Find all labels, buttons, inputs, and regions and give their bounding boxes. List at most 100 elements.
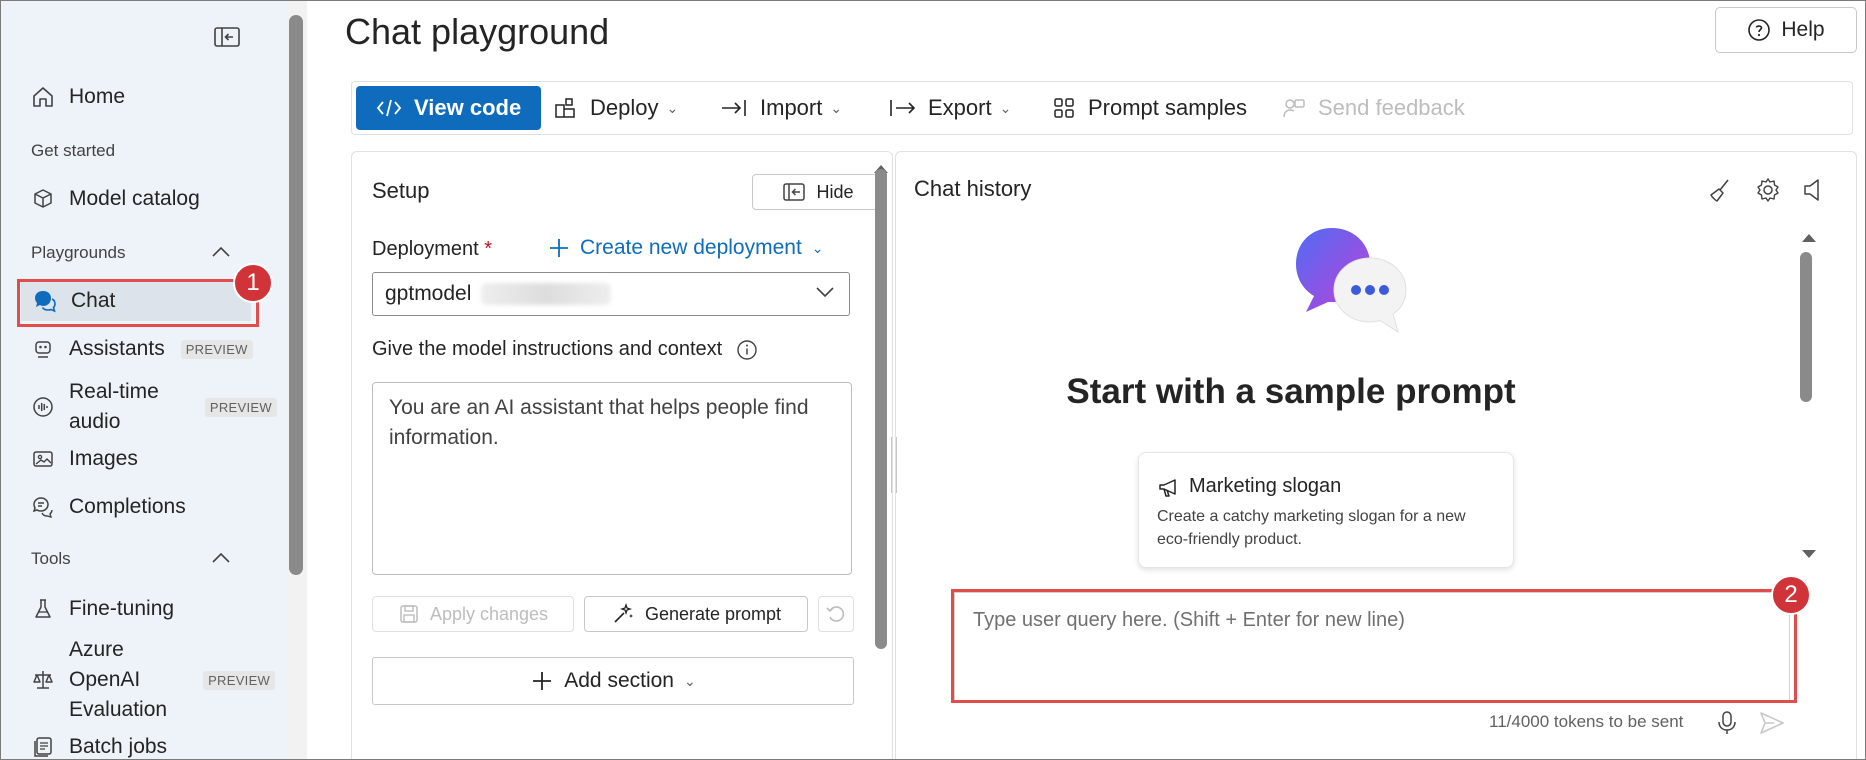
sample-prompt-card[interactable]: Marketing slogan Create a catchy marketi… [1138,452,1514,568]
prompt-samples-button[interactable]: Prompt samples [1052,86,1247,130]
deployment-label-text: Deployment [372,238,479,260]
apply-changes-button[interactable]: Apply changes [372,596,574,632]
sidebar-item-label-line2: OpenAI [69,668,141,691]
token-count: 11/4000 tokens to be sent [1489,712,1684,731]
speaker-icon[interactable] [1800,176,1828,204]
sidebar-item-batch-jobs[interactable]: Batch jobs [29,727,168,759]
chevron-down-icon: ⌄ [830,99,843,116]
generate-prompt-label: Generate prompt [644,603,782,624]
import-button[interactable]: Import ⌄ [720,86,842,130]
deployment-select[interactable]: gptmodel [372,272,850,316]
generate-prompt-button[interactable]: Generate prompt [584,596,808,632]
sidebar-item-label: Model catalog [69,187,200,210]
card-description: Create a catchy marketing slogan for a n… [1157,508,1466,548]
send-feedback-button[interactable]: Send feedback [1282,86,1465,130]
create-deployment-label: Create new deployment [580,236,802,259]
audio-wave-icon [29,393,57,421]
redacted-version [481,283,612,305]
sidebar-item-completions[interactable]: Completions [29,487,186,527]
home-icon [29,83,57,111]
deploy-icon [555,98,575,118]
sidebar-item-label: Completions [69,495,186,518]
create-new-deployment-link[interactable]: Create new deployment ⌄ [548,236,824,260]
chat-scroll-up-arrow[interactable] [1802,234,1816,242]
sidebar-scrollbar[interactable] [289,15,303,575]
export-label: Export [928,95,992,120]
chevron-down-icon: ⌄ [684,672,696,689]
sidebar-item-assistants[interactable]: Assistants PREVIEW [29,329,253,369]
sidebar-item-azure-openai-evaluation[interactable]: Azure OpenAI Evaluation PREVIEW [29,635,276,725]
setup-panel: Setup Hide Deployment * Create new deplo… [351,151,893,759]
info-icon[interactable] [736,339,758,361]
chat-scrollbar[interactable] [1800,252,1812,402]
preview-badge: PREVIEW [180,339,253,359]
page-title: Chat playground [345,11,610,52]
setup-scrollbar[interactable] [875,169,887,649]
required-mark: * [484,238,493,260]
plus-icon [533,672,552,690]
sidebar-item-realtime-audio[interactable]: Real-time audio PREVIEW [29,377,277,437]
hide-label: Hide [816,181,854,202]
add-section-button[interactable]: Add section ⌄ [372,657,854,705]
help-button[interactable]: Help [1715,7,1857,53]
save-icon [400,605,418,623]
chat-bubbles-illustration [1296,228,1407,334]
view-code-button[interactable]: View code [356,86,542,130]
chevron-down-icon [816,287,834,298]
instructions-label-text: Give the model instructions and context [372,338,723,360]
microphone-icon[interactable] [1716,710,1738,736]
import-label: Import [760,95,823,120]
deployment-label: Deployment * [372,238,492,261]
reset-button[interactable] [818,596,854,632]
bot-icon [29,335,57,363]
highlight-chat [17,279,259,327]
prompt-samples-label: Prompt samples [1088,95,1247,120]
feedback-icon [1283,99,1305,118]
deploy-button[interactable]: Deploy ⌄ [552,86,678,130]
sidebar-item-model-catalog[interactable]: Model catalog [29,179,200,219]
toolbar: View code Deploy ⌄ Import ⌄ Export ⌄ Pro… [351,81,1853,135]
hide-setup-button[interactable]: Hide [752,174,884,210]
apply-changes-label: Apply changes [429,603,549,624]
undo-icon [826,606,845,622]
chevron-up-icon[interactable] [211,551,231,565]
export-button[interactable]: Export ⌄ [888,86,1011,130]
sidebar-item-label-line1: Azure [69,638,124,661]
sidebar-item-label: Assistants [69,337,165,360]
broom-icon[interactable] [1706,176,1734,204]
instructions-label: Give the model instructions and context [372,338,758,361]
system-message-textarea[interactable]: You are an AI assistant that helps peopl… [372,382,852,575]
help-icon [1748,19,1771,41]
section-tools: Tools [31,549,71,568]
sidebar-item-label: Real-time audio [69,377,159,437]
chevron-up-icon[interactable] [211,245,231,259]
card-title: Marketing slogan [1189,475,1342,497]
sidebar-item-label-line1: Real-time [69,380,159,403]
completions-icon [29,493,57,521]
section-playgrounds: Playgrounds [31,243,126,262]
sidebar-item-fine-tuning[interactable]: Fine-tuning [29,589,174,629]
batch-icon [29,733,57,759]
add-section-label: Add section [564,669,674,692]
sidebar-item-label: Azure OpenAI Evaluation [69,635,167,725]
code-icon [376,99,402,117]
scale-icon [29,666,57,694]
gear-icon[interactable] [1754,176,1782,204]
sidebar-item-images[interactable]: Images [29,439,138,479]
help-label: Help [1781,18,1825,41]
chat-scroll-down-arrow[interactable] [1802,550,1816,558]
sidebar-item-label: Batch jobs [69,735,168,758]
sidebar: Home Get started Model catalog Playgroun… [1,1,287,759]
sidebar-item-home[interactable]: Home [29,77,125,117]
chevron-down-icon: ⌄ [999,99,1012,116]
preview-badge: PREVIEW [204,397,277,417]
image-icon [29,445,57,473]
send-icon[interactable] [1758,710,1786,736]
collapse-sidebar-icon[interactable] [213,25,241,49]
send-feedback-label: Send feedback [1318,95,1465,120]
sidebar-item-label-line3: Evaluation [69,698,168,721]
sample-prompt-heading: Start with a sample prompt [1066,372,1516,411]
deployment-value: gptmodel [385,282,472,305]
preview-badge: PREVIEW [203,670,276,690]
deploy-label: Deploy [590,95,659,120]
